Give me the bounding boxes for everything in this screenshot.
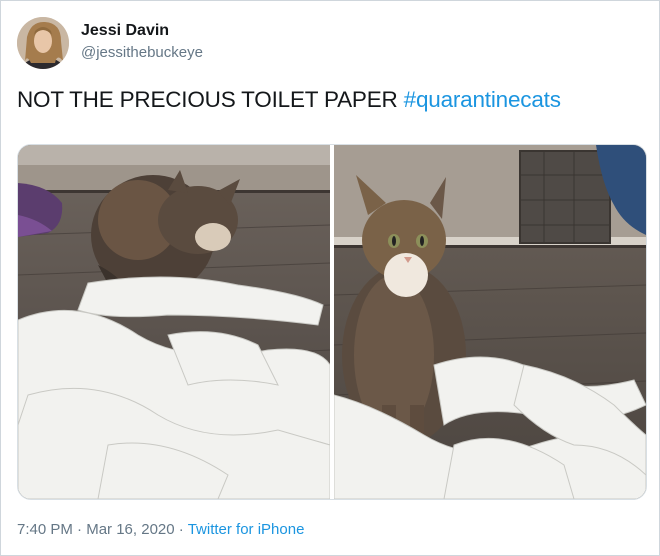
hashtag-link[interactable]: #quarantinecats: [404, 87, 561, 112]
meta-separator: ·: [178, 521, 184, 538]
tweet-source[interactable]: Twitter for iPhone: [188, 521, 305, 538]
cat-toilet-paper-photo-icon: [333, 145, 646, 499]
tweet-date[interactable]: Mar 16, 2020: [86, 521, 174, 538]
avatar-image: [17, 17, 69, 69]
tweet-body: NOT THE PRECIOUS TOILET PAPER: [17, 87, 398, 112]
author-handle[interactable]: @jessithebuckeye: [81, 44, 203, 61]
tweet-text: NOT THE PRECIOUS TOILET PAPER #quarantin…: [17, 87, 561, 113]
tweet-card: Jessi Davin @jessithebuckeye NOT THE PRE…: [0, 0, 660, 556]
tweet-media: [17, 144, 647, 500]
cat-toilet-paper-photo-icon: [18, 145, 331, 499]
media-photo-left[interactable]: [18, 145, 331, 499]
tweet-meta: 7:40 PM · Mar 16, 2020 · Twitter for iPh…: [17, 521, 304, 538]
media-photo-right[interactable]: [333, 145, 646, 499]
tweet-header: Jessi Davin @jessithebuckeye: [17, 17, 617, 73]
avatar[interactable]: [17, 17, 69, 69]
tweet-time[interactable]: 7:40 PM: [17, 521, 73, 538]
author-name[interactable]: Jessi Davin: [81, 22, 169, 40]
meta-separator: ·: [77, 521, 83, 538]
